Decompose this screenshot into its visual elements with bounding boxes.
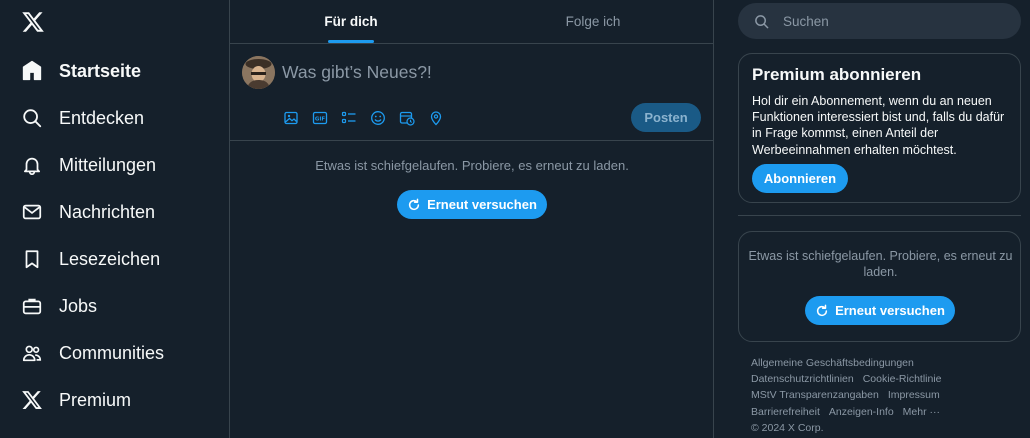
active-tab-indicator	[328, 40, 374, 43]
nav-item-communities[interactable]: Communities	[21, 339, 164, 367]
copyright: © 2024 X Corp.	[751, 421, 824, 434]
briefcase-icon	[21, 295, 43, 317]
svg-text:GIF: GIF	[315, 117, 326, 123]
premium-title: Premium abonnieren	[752, 65, 922, 84]
x-logo-icon[interactable]	[21, 10, 45, 34]
trends-error-message: Etwas ist schiefgelaufen. Probiere, es e…	[748, 249, 1013, 279]
post-composer: Was gibt’s Neues?! GIF Posten	[230, 44, 714, 141]
refresh-icon	[407, 198, 421, 212]
nav-item-bookmarks[interactable]: Lesezeichen	[21, 245, 160, 273]
home-icon	[21, 60, 43, 82]
refresh-icon	[815, 304, 829, 318]
nav-label: Premium	[59, 389, 132, 410]
nav-item-notifications[interactable]: Mitteilungen	[21, 151, 156, 179]
compose-input[interactable]: Was gibt’s Neues?!	[282, 62, 432, 83]
nav-label: Lesezeichen	[59, 248, 161, 269]
nav-item-premium[interactable]: Premium	[21, 386, 131, 414]
footer-link-accessibility[interactable]: Barrierefreiheit	[751, 404, 820, 420]
trends-retry-button[interactable]: Erneut versuchen	[805, 296, 955, 325]
premium-description: Hol dir ein Abonnement, wenn du an neuen…	[752, 94, 1005, 157]
main-timeline: Für dich Folge ich Was gibt’s Neues?! GI…	[229, 0, 714, 438]
timeline-tabs: Für dich Folge ich	[230, 0, 714, 44]
search-box[interactable]	[738, 3, 1021, 39]
left-navigation: Startseite Entdecken Mitteilungen Nachri…	[0, 0, 229, 438]
nav-label: Mitteilungen	[59, 154, 157, 175]
nav-label: Communities	[59, 342, 165, 363]
image-icon[interactable]	[283, 110, 299, 126]
subscribe-button[interactable]: Abonnieren	[752, 164, 848, 193]
footer-link-mstv[interactable]: MStV Transparenzangaben	[751, 387, 879, 403]
divider	[738, 215, 1021, 216]
footer-link-more[interactable]: Mehr ···	[903, 404, 940, 420]
feed-retry-button[interactable]: Erneut versuchen	[397, 190, 547, 219]
gif-icon[interactable]: GIF	[312, 110, 328, 126]
retry-label: Erneut versuchen	[427, 197, 537, 212]
envelope-icon	[21, 201, 43, 223]
search-input[interactable]	[783, 13, 983, 29]
footer-links: Allgemeine Geschäftsbedingungen Datensch…	[751, 355, 1021, 436]
right-sidebar: Premium abonnieren Hol dir ein Abonnemen…	[714, 0, 1030, 438]
bell-icon	[21, 154, 43, 176]
footer-link-ads-info[interactable]: Anzeigen-Info	[829, 404, 894, 420]
feed-error-message: Etwas ist schiefgelaufen. Probiere, es e…	[315, 158, 629, 173]
nav-item-home[interactable]: Startseite	[21, 57, 141, 85]
emoji-icon[interactable]	[370, 110, 386, 126]
tab-label: Für dich	[324, 14, 378, 29]
search-icon	[754, 14, 769, 29]
nav-item-explore[interactable]: Entdecken	[21, 104, 144, 132]
tab-following[interactable]: Folge ich	[472, 0, 714, 43]
post-button[interactable]: Posten	[631, 103, 701, 132]
premium-card: Premium abonnieren Hol dir ein Abonnemen…	[738, 53, 1021, 203]
avatar[interactable]	[242, 56, 275, 89]
footer-link-terms[interactable]: Allgemeine Geschäftsbedingungen	[751, 355, 914, 371]
x-logo-icon	[21, 389, 43, 411]
footer-link-imprint[interactable]: Impressum	[888, 387, 940, 403]
nav-label: Entdecken	[59, 107, 145, 128]
nav-item-jobs[interactable]: Jobs	[21, 292, 97, 320]
nav-item-messages[interactable]: Nachrichten	[21, 198, 155, 226]
bookmark-icon	[21, 248, 43, 270]
people-icon	[21, 342, 43, 364]
tab-for-you[interactable]: Für dich	[230, 0, 472, 43]
footer-link-privacy[interactable]: Datenschutzrichtlinien	[751, 371, 854, 387]
poll-icon[interactable]	[341, 110, 357, 126]
nav-label: Jobs	[59, 295, 98, 316]
location-icon[interactable]	[428, 110, 444, 126]
nav-label: Nachrichten	[59, 201, 156, 222]
schedule-icon[interactable]	[399, 110, 415, 126]
nav-label: Startseite	[59, 60, 142, 81]
trends-card: Etwas ist schiefgelaufen. Probiere, es e…	[738, 231, 1021, 342]
search-icon	[21, 107, 43, 129]
footer-link-cookies[interactable]: Cookie-Richtlinie	[863, 371, 942, 387]
tab-label: Folge ich	[565, 14, 621, 29]
retry-label: Erneut versuchen	[835, 303, 945, 318]
